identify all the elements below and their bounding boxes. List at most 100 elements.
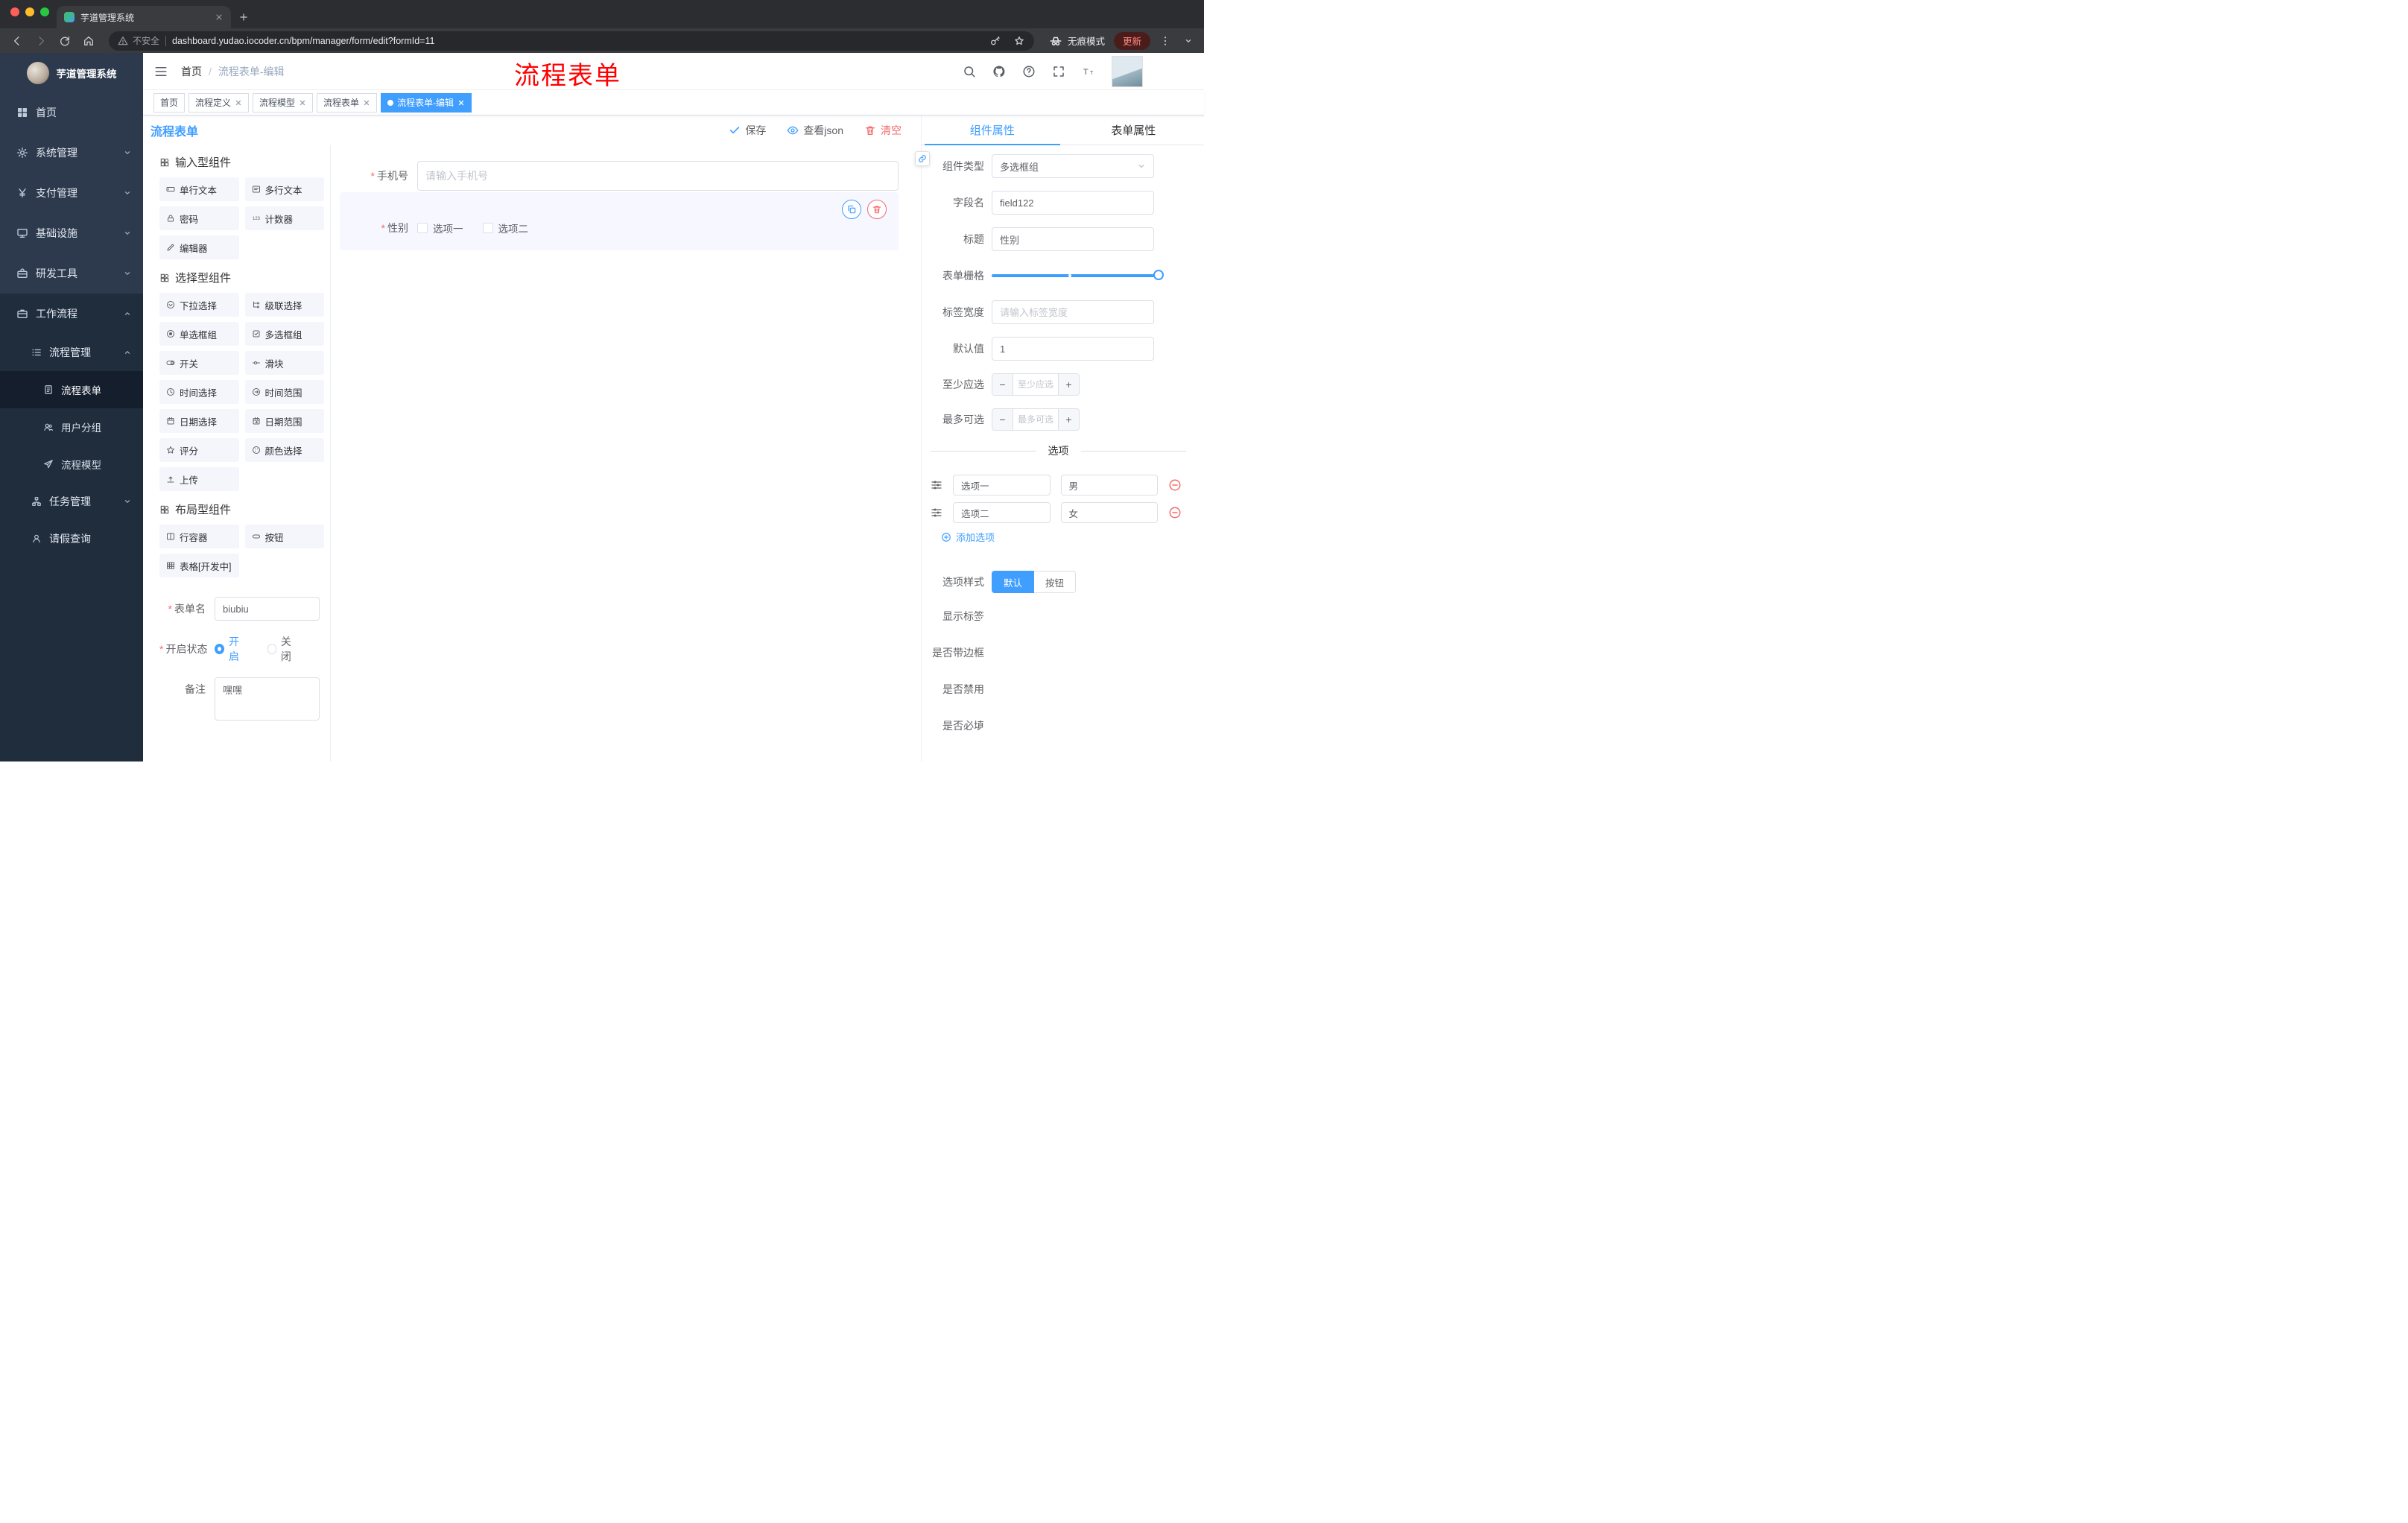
palette-item-checkbox-group[interactable]: 多选框组 [244, 322, 324, 346]
tag-process-form-edit[interactable]: 流程表单-编辑 [381, 92, 472, 113]
update-button[interactable]: 更新 [1113, 31, 1150, 50]
phone-input[interactable] [417, 161, 899, 191]
profile-chevron-icon[interactable] [1180, 37, 1197, 45]
gender-option-1-checkbox[interactable]: 选项一 [417, 221, 463, 235]
sidebar-item-payment[interactable]: 支付管理 [0, 173, 143, 213]
palette-item-slider[interactable]: 滑块 [244, 351, 324, 375]
palette-item-color-picker[interactable]: 颜色选择 [244, 438, 324, 462]
plus-button[interactable]: + [1058, 374, 1079, 395]
palette-item-rate[interactable]: 评分 [159, 438, 239, 462]
sidebar-item-task-manage[interactable]: 任务管理 [0, 483, 143, 520]
palette-item-table[interactable]: 表格[开发中] [159, 554, 239, 577]
default-value-input[interactable] [992, 337, 1154, 361]
password-key-icon[interactable] [989, 35, 1001, 47]
fullscreen-icon[interactable] [1052, 65, 1065, 78]
font-size-icon[interactable]: TT [1082, 65, 1095, 78]
zoom-window-button[interactable] [40, 7, 49, 16]
forward-icon[interactable] [31, 35, 51, 47]
sidebar-item-process-form[interactable]: 流程表单 [0, 371, 143, 408]
palette-item-date-picker[interactable]: 日期选择 [159, 409, 239, 433]
tag-close-icon[interactable] [299, 99, 306, 107]
clear-button[interactable]: 清空 [864, 123, 902, 138]
remove-option-icon[interactable] [1168, 478, 1182, 492]
security-warning-icon[interactable] [118, 36, 128, 46]
reload-icon[interactable] [55, 35, 75, 47]
tag-process-definition[interactable]: 流程定义 [188, 92, 250, 113]
tab-form-props[interactable]: 表单属性 [1063, 115, 1205, 145]
palette-item-button[interactable]: 按钮 [244, 525, 324, 548]
label-width-input[interactable] [992, 300, 1154, 324]
palette-item-switch[interactable]: 开关 [159, 351, 239, 375]
palette-item-time-picker[interactable]: 时间选择 [159, 380, 239, 404]
remove-option-icon[interactable] [1168, 506, 1182, 519]
palette-item-multi-text[interactable]: 多行文本 [244, 177, 324, 201]
browser-tab[interactable]: 芋道管理系统 [57, 6, 231, 28]
add-option-button[interactable]: 添加选项 [922, 530, 1204, 544]
sidebar-item-home[interactable]: 首页 [0, 92, 143, 133]
canvas-field-phone[interactable]: * 手机号 [340, 161, 899, 191]
save-button[interactable]: 保存 [729, 123, 766, 138]
min-select-input[interactable] [1013, 374, 1058, 395]
palette-item-select[interactable]: 下拉选择 [159, 293, 239, 317]
drag-handle-icon[interactable] [931, 507, 942, 519]
hamburger-icon[interactable] [154, 65, 168, 78]
tag-close-icon[interactable] [235, 99, 242, 107]
drag-handle-icon[interactable] [931, 479, 942, 491]
plus-button[interactable]: + [1058, 409, 1079, 430]
field-name-input[interactable] [992, 191, 1154, 215]
view-json-button[interactable]: 查看json [787, 123, 843, 138]
search-icon[interactable] [963, 65, 976, 78]
palette-item-row-container[interactable]: 行容器 [159, 525, 239, 548]
form-canvas[interactable]: *手机号 *性别 选项一 [331, 145, 921, 762]
sidebar-item-user-group[interactable]: 用户分组 [0, 408, 143, 446]
sidebar-item-infrastructure[interactable]: 基础设施 [0, 213, 143, 253]
new-tab-button[interactable] [238, 12, 249, 22]
address-bar[interactable]: 不安全 dashboard.yudao.iocoder.cn/bpm/manag… [109, 31, 1034, 51]
bookmark-star-icon[interactable] [1013, 35, 1025, 47]
browser-menu-icon[interactable] [1155, 35, 1176, 47]
app-logo[interactable]: 芋道管理系统 [0, 53, 143, 92]
palette-item-single-text[interactable]: 单行文本 [159, 177, 239, 201]
sidebar-item-leave-query[interactable]: 请假查询 [0, 520, 143, 557]
grid-slider[interactable] [992, 264, 1164, 288]
option-value-input[interactable] [1060, 502, 1158, 523]
help-icon[interactable] [1022, 65, 1036, 78]
sidebar-item-process-model[interactable]: 流程模型 [0, 446, 143, 483]
palette-item-time-range[interactable]: 时间范围 [244, 380, 324, 404]
minus-button[interactable]: − [992, 409, 1013, 430]
sidebar-item-workflow[interactable]: 工作流程 [0, 294, 143, 334]
palette-item-date-range[interactable]: 日期范围 [244, 409, 324, 433]
sidebar-item-system[interactable]: 系统管理 [0, 133, 143, 173]
palette-item-cascader[interactable]: 级联选择 [244, 293, 324, 317]
form-name-input[interactable] [215, 597, 320, 621]
option-value-input[interactable] [1060, 475, 1158, 495]
link-icon[interactable] [915, 151, 930, 166]
user-avatar[interactable] [1112, 55, 1143, 87]
copy-component-button[interactable] [842, 200, 861, 219]
option-label-input[interactable] [953, 475, 1051, 495]
delete-component-button[interactable] [867, 200, 887, 219]
option-label-input[interactable] [953, 502, 1051, 523]
tab-component-props[interactable]: 组件属性 [922, 115, 1063, 145]
palette-item-upload[interactable]: 上传 [159, 467, 239, 491]
canvas-field-gender-selected[interactable]: * 性别 选项一 选项二 [340, 192, 899, 250]
url-text[interactable]: dashboard.yudao.iocoder.cn/bpm/manager/f… [172, 36, 978, 46]
close-window-button[interactable] [10, 7, 19, 16]
tag-home[interactable]: 首页 [153, 92, 186, 113]
tag-process-form[interactable]: 流程表单 [317, 92, 378, 113]
status-radio-off[interactable]: 关闭 [267, 634, 300, 664]
breadcrumb-home[interactable]: 首页 [181, 64, 202, 79]
component-type-select[interactable]: 多选框组 [992, 154, 1154, 178]
status-radio-on[interactable]: 开启 [215, 634, 247, 664]
back-icon[interactable] [7, 35, 27, 47]
minus-button[interactable]: − [992, 374, 1013, 395]
tag-process-model[interactable]: 流程模型 [253, 92, 314, 113]
palette-item-counter[interactable]: 123 计数器 [244, 206, 324, 230]
title-input[interactable] [992, 227, 1154, 251]
max-select-input[interactable] [1013, 409, 1058, 430]
gender-option-2-checkbox[interactable]: 选项二 [482, 221, 528, 235]
sidebar-item-devtools[interactable]: 研发工具 [0, 253, 143, 294]
palette-item-editor[interactable]: 编辑器 [159, 235, 239, 259]
tag-close-icon[interactable] [457, 99, 465, 107]
option-style-default[interactable]: 默认 [992, 571, 1035, 593]
